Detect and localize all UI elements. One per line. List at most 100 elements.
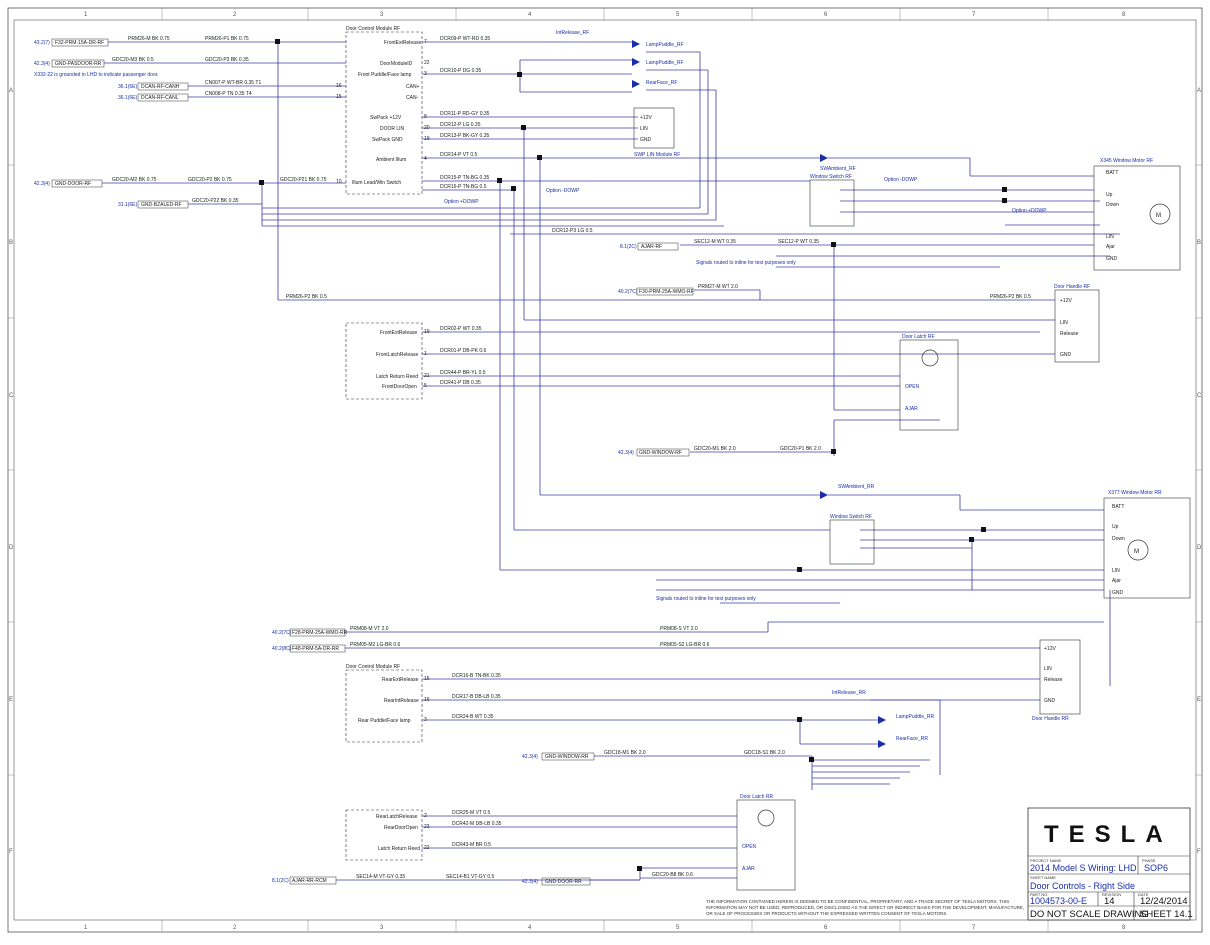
- grid-row-e: E: [9, 697, 13, 703]
- conn-ref-11: 40.2(7C): [618, 289, 638, 295]
- conn-ref-2: 42.3(4): [34, 61, 50, 67]
- grid-row-e-right: E: [1197, 697, 1201, 703]
- wire-label-9: GDC20-P21 BK 0.75: [280, 177, 327, 183]
- wire-label-28: SEC12-P WT 0.35: [778, 239, 819, 245]
- dcm-rf-pin-label-4: CAN+: [406, 84, 420, 90]
- wire-label-13: DCR11-P RD-GY 0.35: [440, 111, 490, 117]
- conn-ref-6: 31.1(6E): [118, 202, 138, 208]
- grid-row-c-right: C: [1197, 393, 1202, 399]
- wire-label-33: PRM05-M2 LG-BR 0.6: [350, 642, 401, 648]
- motor-rf-pin-gnd: GND: [1106, 256, 1118, 262]
- led-icon-6: [820, 491, 828, 499]
- latch-rr-ajar: AJAR: [742, 866, 755, 872]
- revision-value: 14: [1104, 896, 1115, 907]
- window-motor-rr-title: X377 Window Motor RR: [1108, 490, 1162, 496]
- dcm-rr-lower-label-3: Latch Return Reed: [378, 846, 420, 852]
- latch-rr-motor-icon: [757, 809, 775, 827]
- grid-col-5-bottom: 5: [676, 925, 680, 931]
- dcm-rf-lower-label-1: FrontExtRelease: [380, 330, 417, 336]
- dcm-rf-pin-9: 4: [424, 156, 427, 162]
- conn-ref-4: 36.1(6E): [118, 95, 138, 101]
- wire-label-16: DCR14-P VT 0.5: [440, 152, 478, 158]
- wire-label-35: DCR16-B TN-BK 0.35: [452, 673, 501, 679]
- wire-label-18: DCR16-P TN-BG 0.5: [440, 184, 487, 190]
- window-switch-rf: [809, 179, 855, 227]
- conn-tag-12: GND-WINDOW-RF: [639, 450, 682, 456]
- grid-row-d-right: D: [1197, 545, 1202, 551]
- wire-label-27: SEC12-M WT 0.35: [694, 239, 736, 245]
- grid-col-6: 6: [824, 12, 828, 18]
- latch-rf-ajar: AJAR: [905, 406, 918, 412]
- conn-tag-4: DCAN-RF-CANL: [141, 95, 179, 101]
- wire-label-21: PRM27-M WT 2.0: [698, 284, 738, 290]
- sheet-name: Door Controls - Right Side: [1030, 881, 1135, 891]
- project-name: 2014 Model S Wiring: LHD: [1030, 863, 1137, 873]
- conn-tag-6: GND-BZALED-RF: [141, 202, 182, 208]
- door-handle-rf-title: Door Handle RF: [1054, 284, 1090, 290]
- latch-rf-open: OPEN: [905, 384, 920, 390]
- wire-label-12: DCR10-P DG 0.35: [440, 68, 482, 74]
- dcm-rf-box: [345, 31, 423, 195]
- handle-rr-pin-12v: +12V: [1044, 646, 1056, 652]
- grid-row-b-right: B: [1197, 240, 1201, 246]
- dcm-rf-pin-label-9: Ambient Illum: [376, 157, 406, 163]
- latch-rf-motor-icon: [921, 349, 939, 367]
- wire-label-8: GDC20-P2 BK 0.75: [188, 177, 232, 183]
- wire-label-31: PRM08-M VT 2.0: [350, 626, 389, 632]
- sw-pack-title: SWP LIN Module RF: [634, 152, 680, 158]
- lamp-label-5: SWAmbient_RF: [820, 166, 856, 172]
- led-icon-9: [878, 740, 886, 748]
- conn-tag-13: GND-WINDOW-RR: [545, 754, 589, 760]
- grid-col-4: 4: [528, 12, 532, 18]
- dcm-rr-lower-label-2: RearDoorOpen: [384, 825, 418, 831]
- dcm-rf-lower-label-2: FrontLatchRelease: [376, 352, 418, 358]
- motor-rr-pin-lin: LIN: [1112, 568, 1120, 574]
- lamp-label-4: IntRelease_RF: [556, 30, 589, 36]
- lamp-label-1: LampPuddle_RF: [646, 42, 684, 48]
- wiring-diagram: 1 2 3 4 5 6 7 8 1 2 3 4 5 6 7 8 A B C D …: [7, 7, 1203, 933]
- dcm-rf-pin-label-2: DoorModuleID: [380, 61, 413, 67]
- grid-row-a-right: A: [1197, 88, 1201, 94]
- wire-label-7: GDC20-M2 BK 0.75: [112, 177, 157, 183]
- option-note-4: Option -DOWP: [884, 177, 918, 183]
- do-not-scale: DO NOT SCALE DRAWING: [1030, 909, 1149, 920]
- wire-label-39: GDC18-S1 BK 2.0: [744, 750, 785, 756]
- motor-rf-pin-batt: BATT: [1106, 170, 1118, 176]
- handle-rf-pin-12v: +12V: [1060, 298, 1072, 304]
- dcm-rf-pin-label-1: FrontExtRelease: [384, 40, 421, 46]
- grid-row-b: B: [9, 240, 13, 246]
- lamp-label-8: LampPuddle_RR: [896, 714, 934, 720]
- wire-label-43: SEC14-M VT-GY 0.35: [356, 874, 405, 880]
- wire-label-41: DCR42-M DB-LB 0.35: [452, 821, 502, 827]
- sheet-name-label: SHEET NAME: [1030, 875, 1056, 880]
- wire-label-40: DCR25-M VT 0.5: [452, 810, 490, 816]
- wire-label-22: PRM26-P2 BK 0.5: [990, 294, 1031, 300]
- motor-rr-pin-batt: BATT: [1112, 504, 1124, 510]
- date-value: 12/24/2014: [1140, 896, 1188, 907]
- wire-label-29: GDC20-M1 BK 2.0: [694, 446, 736, 452]
- dcm-rf-pin-label-6: SwPack +12V: [370, 115, 402, 121]
- handle-rf-pin-release: Release: [1060, 331, 1079, 337]
- wire-label-3: GDC20-M3 BK 0.5: [112, 57, 154, 63]
- led-icon-2: [632, 58, 640, 66]
- wire-label-19: PRM26-P2 BK 0.5: [286, 294, 327, 300]
- conn-tag-3: DCAN-RF-CANH: [141, 84, 180, 90]
- grid-col-2: 2: [233, 12, 237, 18]
- handle-rr-pin-gnd: GND: [1044, 698, 1056, 704]
- dcm-rf-pin-label-3: Front Puddle/Face lamp: [358, 72, 412, 78]
- grid-row-d: D: [9, 545, 14, 551]
- motor-rr-pin-gnd: GND: [1112, 590, 1124, 596]
- grid-col-3: 3: [380, 12, 384, 18]
- conn-tag-8: F48-PRM-5A-DR-RR: [292, 646, 339, 652]
- tesla-logo: TESLA: [1044, 821, 1173, 848]
- svg-text:+12V: +12V: [640, 115, 652, 121]
- grid-col-8-bottom: 8: [1122, 925, 1126, 931]
- phase-value: SOP6: [1144, 863, 1168, 873]
- dcm-rf-pin-label-7: DOOR LIN: [380, 126, 405, 132]
- door-latch-rf-title: Door Latch RF: [902, 334, 935, 340]
- window-switch-rr: [829, 519, 875, 565]
- latch-rr-open: OPEN: [742, 844, 757, 850]
- window-switch-rr-title: Window Switch RF: [830, 514, 872, 520]
- wire-label-10: GDC20-P22 BK 0.35: [192, 198, 239, 204]
- schematic-sheet: 1 2 3 4 5 6 7 8 1 2 3 4 5 6 7 8 A B C D …: [0, 0, 1210, 940]
